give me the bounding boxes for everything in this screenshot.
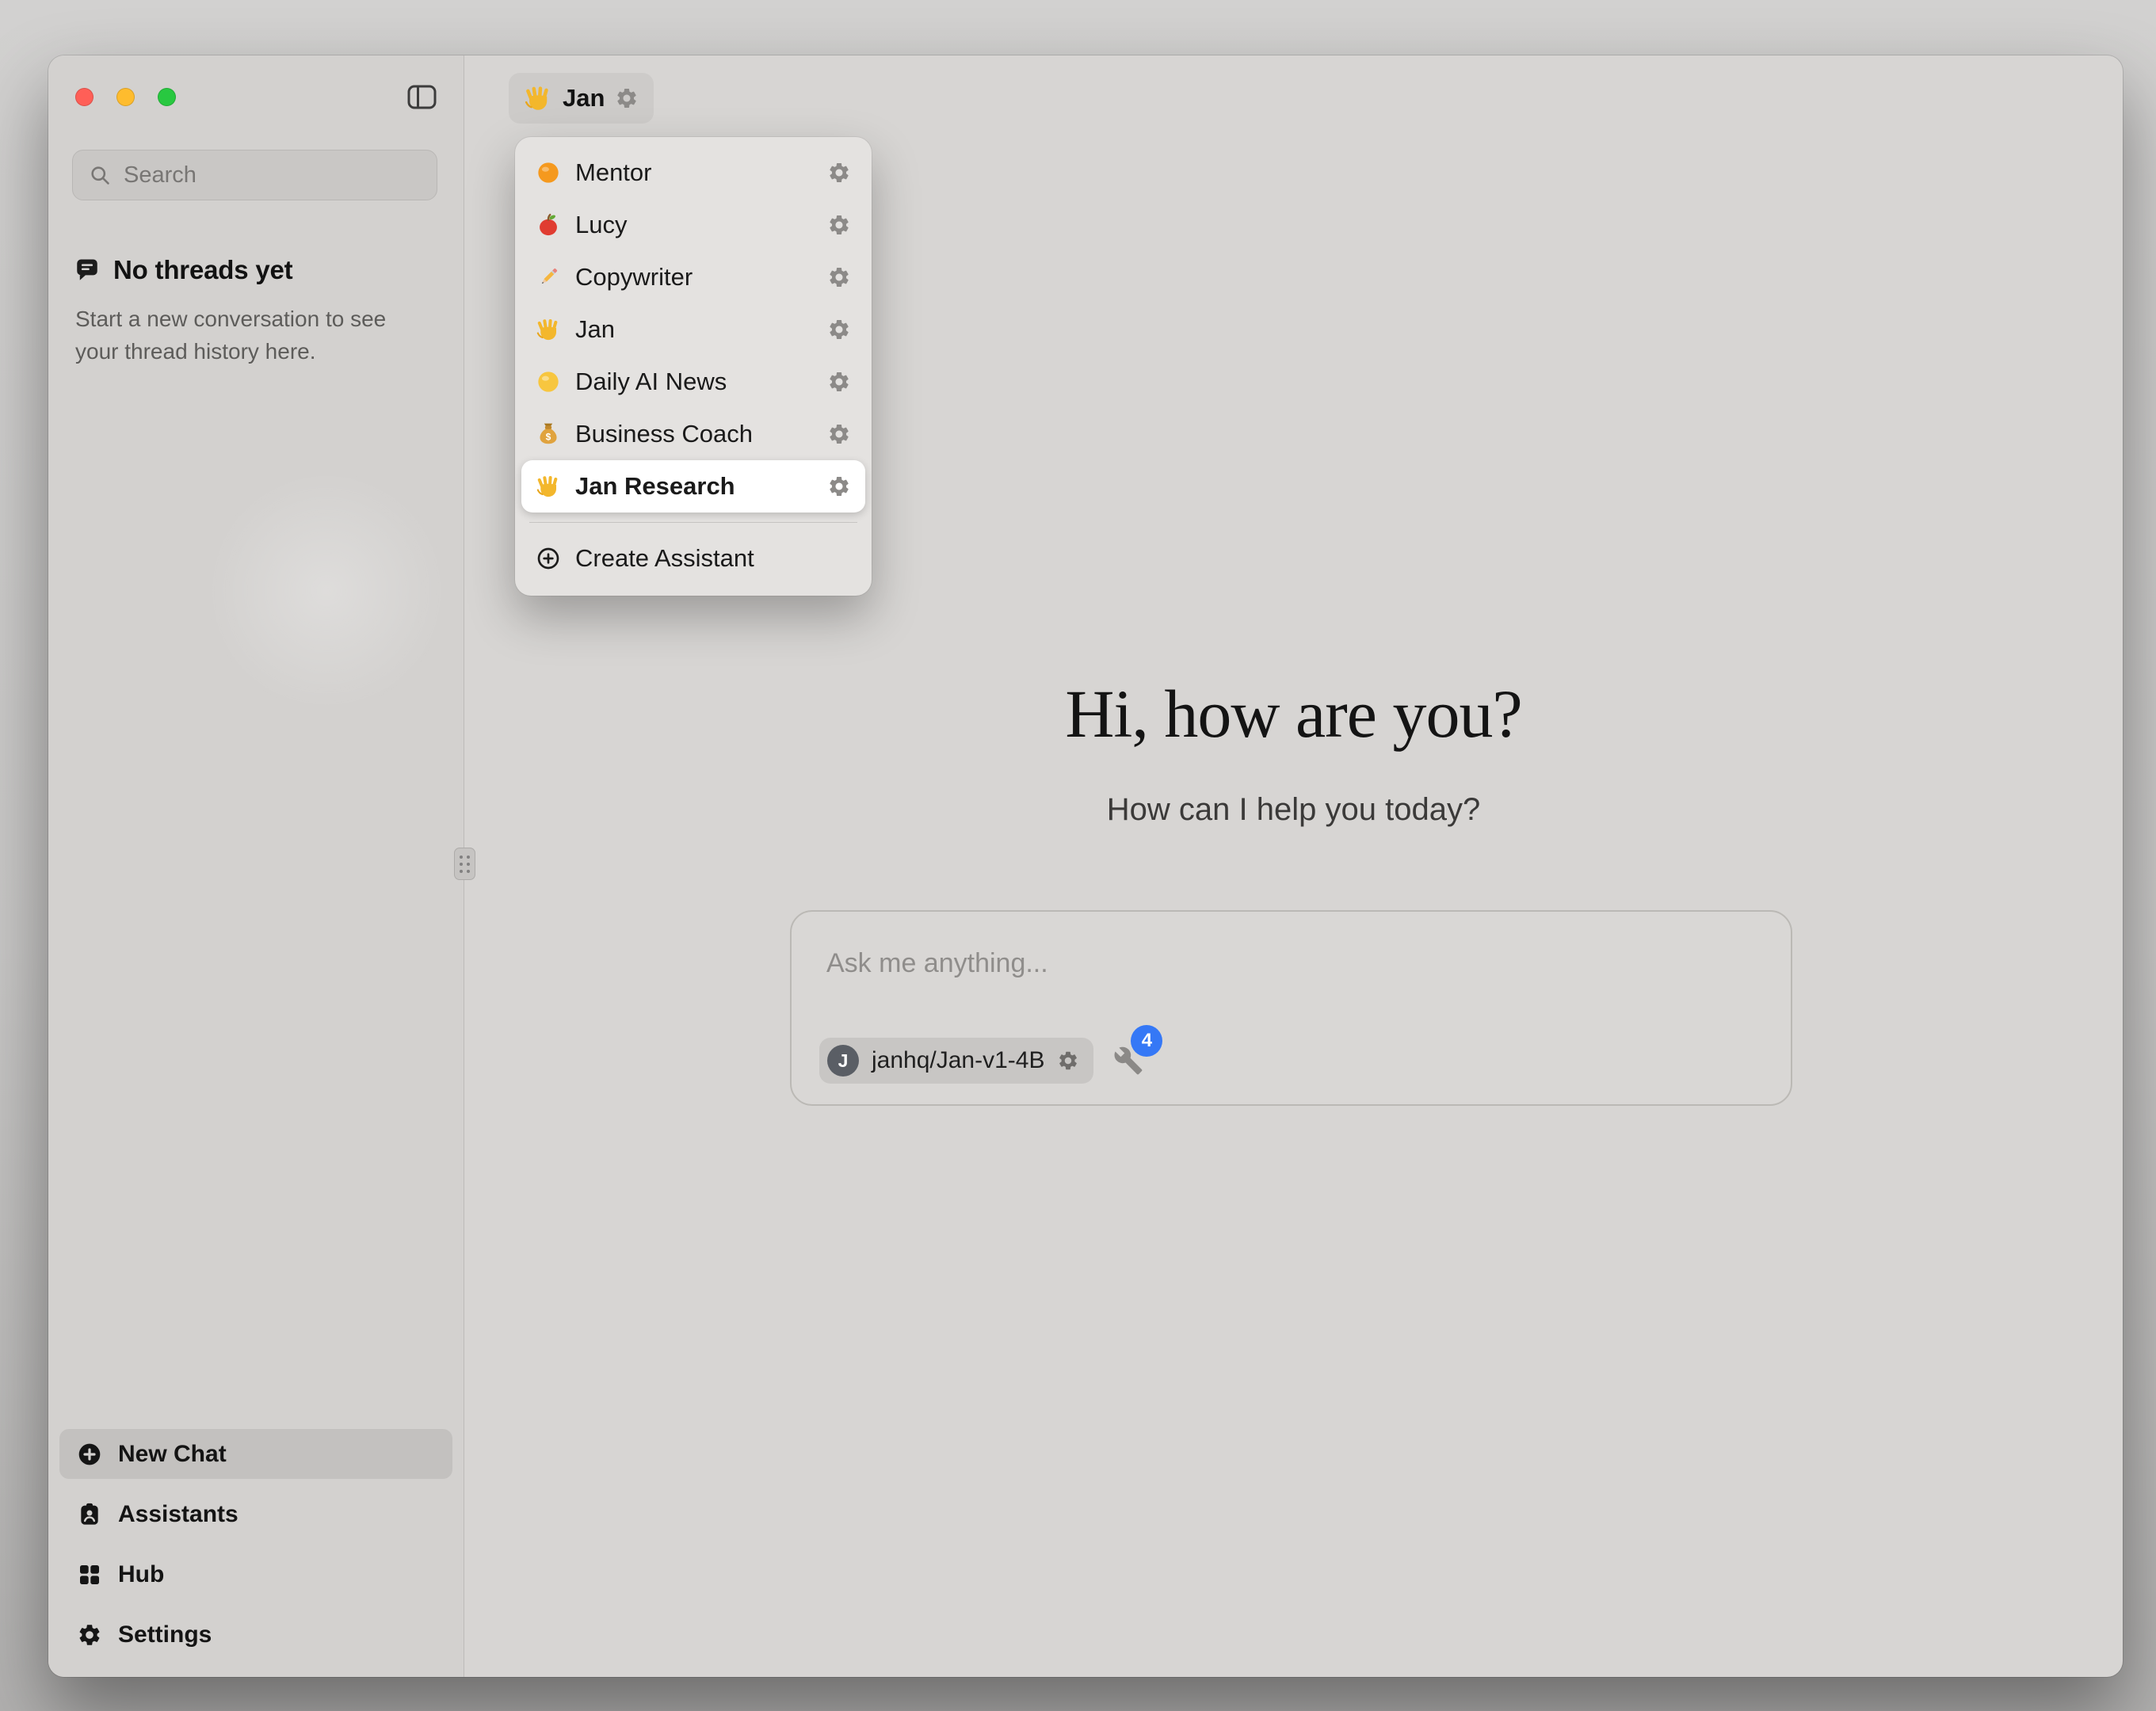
apple-icon	[536, 212, 561, 238]
main-area: Jan Mentor Lucy Copywriter Jan	[464, 55, 2123, 1677]
assistant-settings-icon[interactable]	[827, 161, 851, 185]
pencil-icon	[536, 265, 561, 290]
assistant-settings-icon[interactable]	[827, 213, 851, 237]
create-assistant-button[interactable]: Create Assistant	[521, 532, 865, 585]
sidebar-toggle-icon[interactable]	[407, 85, 437, 109]
gear-icon[interactable]	[1057, 1050, 1079, 1072]
create-assistant-label: Create Assistant	[575, 544, 754, 573]
wave-hand-icon	[536, 474, 561, 499]
plus-circle-icon	[77, 1442, 102, 1467]
panel-resize-handle[interactable]	[454, 848, 475, 880]
assistant-settings-icon[interactable]	[827, 370, 851, 394]
sidebar-item-hub[interactable]: Hub	[59, 1549, 452, 1599]
menu-divider	[529, 522, 857, 523]
gear-icon[interactable]	[615, 86, 639, 110]
assistant-selector-label: Jan	[563, 84, 605, 112]
empty-threads-state: No threads yet Start a new conversation …	[74, 255, 440, 368]
nav-label: Assistants	[118, 1501, 238, 1528]
yellow-circle-icon	[536, 369, 561, 394]
assistant-name: Jan	[575, 315, 615, 344]
assistant-menu-item-business-coach[interactable]: Business Coach	[521, 408, 865, 460]
assistant-settings-icon[interactable]	[827, 474, 851, 498]
nav-label: Hub	[118, 1561, 164, 1588]
assistant-menu-item-jan-research[interactable]: Jan Research	[521, 460, 865, 513]
chat-composer[interactable]: Ask me anything... J janhq/Jan-v1-4B 4	[790, 910, 1792, 1106]
assistant-name: Business Coach	[575, 420, 753, 448]
composer-placeholder: Ask me anything...	[826, 948, 1048, 979]
nav-label: New Chat	[118, 1441, 227, 1468]
new-chat-button[interactable]: New Chat	[59, 1429, 452, 1479]
wave-hand-icon	[536, 317, 561, 342]
assistants-badge-icon	[77, 1502, 102, 1527]
greeting-subtitle: How can I help you today?	[464, 792, 2123, 828]
search-placeholder: Search	[124, 162, 197, 189]
search-input[interactable]: Search	[72, 150, 437, 200]
sidebar-bottom-nav: New Chat Assistants Hub Settings	[59, 1429, 452, 1660]
sidebar: Search No threads yet Start a new conver…	[48, 55, 464, 1677]
model-name: janhq/Jan-v1-4B	[872, 1047, 1044, 1074]
traffic-lights	[75, 88, 176, 106]
titlebar	[48, 55, 464, 139]
model-selector[interactable]: J janhq/Jan-v1-4B	[819, 1038, 1093, 1084]
assistant-selector[interactable]: Jan	[509, 73, 654, 124]
nav-label: Settings	[118, 1621, 212, 1648]
assistant-menu-item-copywriter[interactable]: Copywriter	[521, 251, 865, 303]
sidebar-item-settings[interactable]: Settings	[59, 1610, 452, 1660]
search-icon	[89, 164, 111, 186]
orange-circle-icon	[536, 160, 561, 185]
gear-icon	[77, 1622, 102, 1648]
tools-count-badge: 4	[1131, 1025, 1162, 1057]
tools-button[interactable]: 4	[1113, 1046, 1143, 1076]
assistant-name: Daily AI News	[575, 368, 727, 396]
assistant-menu-item-lucy[interactable]: Lucy	[521, 199, 865, 251]
assistant-name: Lucy	[575, 211, 627, 239]
sidebar-item-assistants[interactable]: Assistants	[59, 1489, 452, 1539]
empty-state-title: No threads yet	[113, 255, 292, 285]
assistant-menu: Mentor Lucy Copywriter Jan Daily AI News	[515, 137, 872, 596]
assistant-settings-icon[interactable]	[827, 318, 851, 341]
hub-grid-icon	[77, 1562, 102, 1587]
assistant-name: Jan Research	[575, 472, 735, 501]
wave-hand-icon	[524, 84, 552, 112]
empty-state-description: Start a new conversation to see your thr…	[75, 303, 424, 368]
chat-bubble-icon	[74, 257, 101, 284]
model-avatar: J	[827, 1045, 859, 1077]
add-circle-icon	[536, 546, 561, 571]
close-button[interactable]	[75, 88, 93, 106]
assistant-name: Copywriter	[575, 263, 693, 292]
minimize-button[interactable]	[116, 88, 135, 106]
assistant-menu-item-jan[interactable]: Jan	[521, 303, 865, 356]
app-window: Search No threads yet Start a new conver…	[48, 55, 2123, 1677]
composer-toolbar: J janhq/Jan-v1-4B 4	[819, 1038, 1143, 1084]
assistant-name: Mentor	[575, 158, 651, 187]
greeting-title: Hi, how are you?	[464, 680, 2123, 748]
zoom-button[interactable]	[158, 88, 176, 106]
welcome-hero: Hi, how are you? How can I help you toda…	[464, 680, 2123, 828]
assistant-menu-item-daily-ai-news[interactable]: Daily AI News	[521, 356, 865, 408]
assistant-settings-icon[interactable]	[827, 265, 851, 289]
assistant-settings-icon[interactable]	[827, 422, 851, 446]
money-bag-icon	[536, 421, 561, 447]
grip-dots-icon	[460, 856, 470, 873]
assistant-menu-item-mentor[interactable]: Mentor	[521, 147, 865, 199]
